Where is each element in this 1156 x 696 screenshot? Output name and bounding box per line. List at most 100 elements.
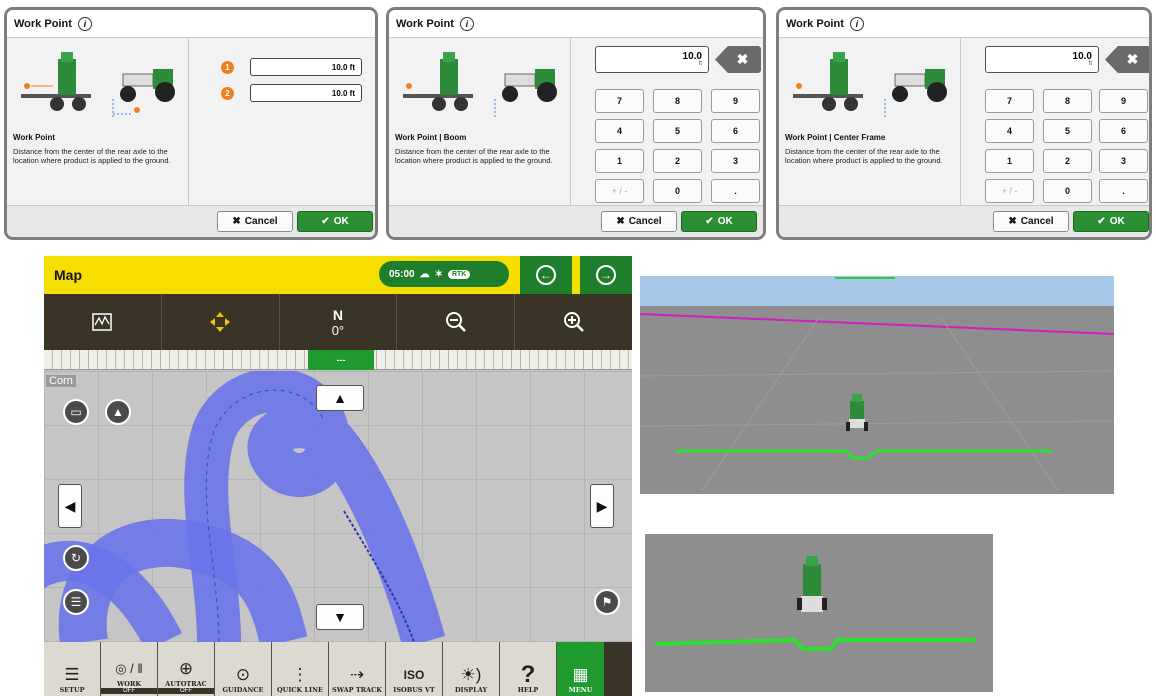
key-6[interactable]: 6 [1099,119,1148,143]
pan-mode-button[interactable] [162,294,280,350]
navigation-button[interactable]: ▲ [105,399,131,425]
info-icon[interactable]: i [849,16,864,31]
key-1[interactable]: 1 [985,149,1034,173]
ok-button[interactable]: ✔ OK [297,211,373,232]
layers-button[interactable] [44,294,162,350]
menu-button[interactable]: ▦ MENU [557,642,604,696]
help-button[interactable]: ? HELP [500,642,557,696]
keypad-value-display[interactable]: 10.0 ft [595,46,709,73]
key-decimal[interactable]: . [1099,179,1148,203]
rotate-view-button[interactable]: ↻ [63,545,89,571]
zoom-out-button[interactable] [397,294,516,350]
cancel-button[interactable]: ✖ Cancel [601,211,677,232]
description-text: Distance from the center of the rear axl… [785,147,943,165]
key-9[interactable]: 9 [711,89,760,113]
work-status: OFF [101,688,157,694]
key-4[interactable]: 4 [595,119,644,143]
backspace-icon: ✖ [1126,51,1139,67]
keypad-value-display[interactable]: 10.0 ft [985,46,1099,73]
field-row-2: 2 10.0 ft [221,84,362,102]
arrow-up-icon: ▲ [333,390,347,406]
key-9[interactable]: 9 [1099,89,1148,113]
guidance-label: GUIDANCE [222,686,264,694]
display-label: DISPLAY [454,686,488,694]
key-6[interactable]: 6 [711,119,760,143]
pan-up-button[interactable]: ▲ [316,385,364,411]
key-5[interactable]: 5 [653,119,702,143]
dialog-info-panel: Work Point | Boom Distance from the cent… [389,38,571,205]
setup-label: SETUP [59,686,85,694]
info-icon[interactable]: i [459,16,474,31]
notes-button[interactable]: ▭ [63,399,89,425]
zoom-in-button[interactable] [515,294,632,350]
work-point-field-2[interactable]: 10.0 ft [250,84,362,102]
cancel-button[interactable]: ✖ Cancel [993,211,1069,232]
swap-track-button[interactable]: ⇢ SWAP TRACK [329,642,386,696]
work-label: WORK [116,680,141,688]
flag-button[interactable]: ⚑ [594,589,620,615]
guidance-button[interactable]: ⊙ GUIDANCE [215,642,272,696]
map-view[interactable]: Corn ▭ ▲ ↻ ☰ ⚑ ▲ ▼ ◀ ▶ [44,371,632,642]
ok-button[interactable]: ✔ OK [681,211,757,232]
dialog-info-panel: Work Point Distance from the center of t… [7,38,189,205]
cancel-label: Cancel [1020,216,1054,227]
key-plus-minus[interactable]: + / - [595,179,644,203]
description-title: Work Point [13,133,56,142]
key-0[interactable]: 0 [1043,179,1092,203]
work-point-dialog-center-frame: Work Point i Work Point | Center Frame D… [776,7,1152,240]
satellite-icon: ✶ [434,268,443,280]
key-3[interactable]: 3 [711,149,760,173]
dialog-footer: ✖ Cancel ✔ OK [389,205,763,237]
help-label: HELP [517,686,539,694]
backspace-button[interactable]: ✖ [1105,46,1149,73]
key-3[interactable]: 3 [1099,149,1148,173]
key-7[interactable]: 7 [985,89,1034,113]
key-7[interactable]: 7 [595,89,644,113]
rotate-icon: ↻ [70,551,82,565]
work-point-field-1[interactable]: 10.0 ft [250,58,362,76]
autotrac-status: OFF [158,688,214,694]
display-button[interactable]: ☀) DISPLAY [443,642,500,696]
key-8[interactable]: 8 [1043,89,1092,113]
page-title: Map [54,267,82,283]
key-5[interactable]: 5 [1043,119,1092,143]
perspective-3d-view [640,276,1114,494]
arrow-left-icon: ◀ [64,497,76,514]
cancel-button[interactable]: ✖ Cancel [217,211,293,232]
pan-down-button[interactable]: ▼ [316,604,364,630]
perspective-scene [640,276,1114,494]
heading-indicator[interactable]: N 0° [280,294,398,350]
dialog-body: Work Point | Boom Distance from the cent… [389,38,763,205]
key-decimal[interactable]: . [711,179,760,203]
list-button[interactable]: ☰ [63,589,89,615]
autotrac-button[interactable]: ⊕ AUTOTRAC OFF [158,642,215,696]
work-button[interactable]: ◎ / ‖ WORK OFF [101,642,158,696]
ok-button[interactable]: ✔ OK [1073,211,1149,232]
pan-left-button[interactable]: ◀ [58,484,82,528]
key-8[interactable]: 8 [653,89,702,113]
setup-button[interactable]: ☰ SETUP [44,642,101,696]
flag-icon: ⚑ [601,595,613,609]
key-4[interactable]: 4 [985,119,1034,143]
quick-line-button[interactable]: ⋮ QUICK LINE [272,642,329,696]
status-indicator[interactable]: 05:00 ☁ ✶ RTK [379,261,509,287]
backspace-button[interactable]: ✖ [715,46,761,73]
pan-right-button[interactable]: ▶ [590,484,614,528]
forward-button[interactable]: → [578,256,632,294]
key-plus-minus[interactable]: + / - [985,179,1034,203]
rtk-badge: RTK [447,269,471,279]
key-0[interactable]: 0 [653,179,702,203]
swap-track-label: SWAP TRACK [332,686,382,694]
work-toggle-icon: ◎ / ‖ [115,661,143,676]
back-button[interactable]: ← [518,256,572,294]
description-title: Work Point | Center Frame [785,133,886,142]
info-icon[interactable]: i [77,16,92,31]
isobus-vt-button[interactable]: ISO ISOBUS VT [386,642,443,696]
navigation-arrow-icon: ▲ [112,405,124,419]
key-1[interactable]: 1 [595,149,644,173]
sprayer-diagram-icon [403,52,557,119]
key-2[interactable]: 2 [1043,149,1092,173]
heading-degrees: 0° [331,322,345,338]
key-2[interactable]: 2 [653,149,702,173]
coverage-paths [44,371,446,642]
